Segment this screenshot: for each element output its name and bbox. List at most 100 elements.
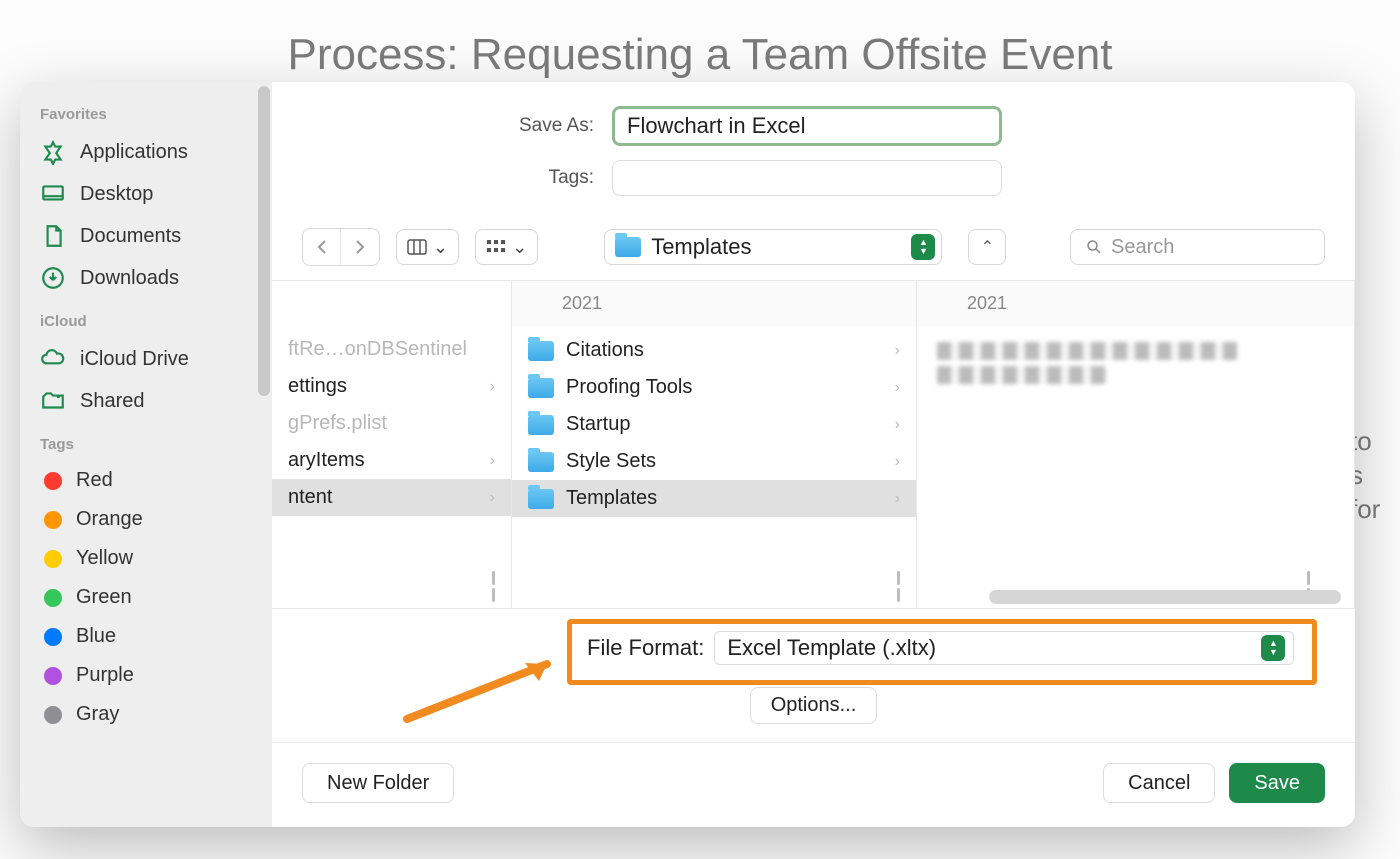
sidebar-item-label: Orange <box>76 508 143 531</box>
list-item[interactable]: Startup› <box>512 406 916 443</box>
sidebar-item-shared[interactable]: Shared <box>20 380 272 422</box>
list-item[interactable]: aryItems› <box>272 442 511 479</box>
main-panel: Save As: Tags: ⌄ <box>272 82 1355 827</box>
sidebar-item-icloud-drive[interactable]: iCloud Drive <box>20 338 272 380</box>
column-browser: ftRe…onDBSentinel ettings› gPrefs.plist … <box>272 280 1355 609</box>
search-icon <box>1085 238 1103 256</box>
sidebar-item-label: Red <box>76 469 113 492</box>
cancel-button[interactable]: Cancel <box>1103 763 1215 803</box>
sidebar-tag-blue[interactable]: Blue <box>20 617 272 656</box>
sidebar-item-label: Downloads <box>80 267 179 290</box>
shared-folder-icon <box>40 388 66 414</box>
folder-icon <box>528 489 554 509</box>
column-scroll-indicator[interactable] <box>483 571 503 602</box>
sidebar-tag-gray[interactable]: Gray <box>20 695 272 734</box>
sidebar-tag-purple[interactable]: Purple <box>20 656 272 695</box>
list-item[interactable]: Style Sets› <box>512 443 916 480</box>
tag-dot-icon <box>44 628 62 646</box>
redacted-item <box>937 342 1237 360</box>
save-as-input[interactable] <box>612 106 1002 146</box>
list-item[interactable]: ettings› <box>272 368 511 405</box>
list-item[interactable]: Proofing Tools› <box>512 369 916 406</box>
file-format-value: Excel Template (.xltx) <box>727 635 936 661</box>
chevron-up-icon: ⌃ <box>981 237 994 257</box>
top-fields: Save As: Tags: <box>272 82 1355 222</box>
tag-dot-icon <box>44 550 62 568</box>
column-header: 2021 <box>917 281 1354 326</box>
location-label: Templates <box>651 234 751 260</box>
sidebar-item-documents[interactable]: Documents <box>20 215 272 257</box>
browser-column-2: 2021 Citations› Proofing Tools› Startup›… <box>512 281 917 608</box>
new-folder-button[interactable]: New Folder <box>302 763 454 803</box>
sidebar-item-label: iCloud Drive <box>80 348 189 371</box>
file-format-label: File Format: <box>587 635 704 661</box>
sidebar-item-label: Applications <box>80 141 188 164</box>
folder-icon <box>528 378 554 398</box>
sidebar-section-icloud: iCloud <box>20 299 272 338</box>
sidebar-item-downloads[interactable]: Downloads <box>20 257 272 299</box>
tags-input[interactable] <box>612 160 1002 196</box>
column-scroll-indicator[interactable] <box>888 571 908 602</box>
sidebar-tag-red[interactable]: Red <box>20 461 272 500</box>
sidebar: Favorites Applications Desktop Documents… <box>20 82 272 827</box>
sidebar-scrollbar[interactable] <box>258 86 270 396</box>
tag-dot-icon <box>44 511 62 529</box>
sidebar-section-tags: Tags <box>20 422 272 461</box>
folder-icon <box>528 341 554 361</box>
folder-icon <box>528 415 554 435</box>
list-item[interactable]: ftRe…onDBSentinel <box>272 331 511 368</box>
tag-dot-icon <box>44 706 62 724</box>
sidebar-tag-yellow[interactable]: Yellow <box>20 539 272 578</box>
chevron-right-icon: › <box>895 453 900 471</box>
save-dialog: Favorites Applications Desktop Documents… <box>20 82 1355 827</box>
folder-icon <box>615 237 641 257</box>
sidebar-tag-green[interactable]: Green <box>20 578 272 617</box>
sidebar-item-label: Blue <box>76 625 116 648</box>
file-format-section: File Format: Excel Template (.xltx) ▲▼ O… <box>272 609 1355 742</box>
chevron-right-icon: › <box>490 489 495 507</box>
tag-dot-icon <box>44 472 62 490</box>
list-item[interactable]: Citations› <box>512 332 916 369</box>
dialog-footer: New Folder Cancel Save <box>272 742 1355 827</box>
sidebar-item-label: Purple <box>76 664 134 687</box>
options-button[interactable]: Options... <box>750 687 878 724</box>
chevron-right-icon: › <box>490 452 495 470</box>
applications-icon <box>40 139 66 165</box>
chevron-right-icon: › <box>895 416 900 434</box>
file-format-select[interactable]: Excel Template (.xltx) ▲▼ <box>714 631 1294 665</box>
forward-button[interactable] <box>341 229 379 265</box>
sidebar-tag-orange[interactable]: Orange <box>20 500 272 539</box>
tag-dot-icon <box>44 667 62 685</box>
cloud-icon <box>40 346 66 372</box>
browser-toolbar: ⌄ ⌄ Templates ▲▼ ⌃ Search <box>272 222 1355 280</box>
back-button[interactable] <box>303 229 341 265</box>
sidebar-item-label: Gray <box>76 703 119 726</box>
save-as-label: Save As: <box>272 115 612 137</box>
tags-label: Tags: <box>272 167 612 189</box>
location-dropdown[interactable]: Templates ▲▼ <box>604 229 942 265</box>
view-group-button[interactable]: ⌄ <box>475 229 538 265</box>
sidebar-item-applications[interactable]: Applications <box>20 131 272 173</box>
browser-column-3: 2021 <box>917 281 1355 608</box>
sidebar-item-desktop[interactable]: Desktop <box>20 173 272 215</box>
collapse-button[interactable]: ⌃ <box>968 229 1006 265</box>
sidebar-item-label: Shared <box>80 390 145 413</box>
chevron-right-icon: › <box>895 379 900 397</box>
list-item[interactable]: Templates› <box>512 480 916 517</box>
downloads-icon <box>40 265 66 291</box>
chevron-right-icon: › <box>490 378 495 396</box>
save-button[interactable]: Save <box>1229 763 1325 803</box>
dropdown-chevron-icon: ▲▼ <box>1261 635 1285 661</box>
list-item[interactable]: ntent› <box>272 479 511 516</box>
nav-buttons <box>302 228 380 266</box>
documents-icon <box>40 223 66 249</box>
chevron-right-icon: › <box>895 490 900 508</box>
search-input[interactable]: Search <box>1070 229 1325 265</box>
tag-dot-icon <box>44 589 62 607</box>
dropdown-chevron-icon: ▲▼ <box>911 234 935 260</box>
horizontal-scrollbar[interactable] <box>989 590 1341 604</box>
chevron-down-icon: ⌄ <box>512 237 527 258</box>
view-columns-button[interactable]: ⌄ <box>396 229 459 265</box>
bg-text: to s for <box>1350 425 1400 526</box>
list-item[interactable]: gPrefs.plist <box>272 405 511 442</box>
